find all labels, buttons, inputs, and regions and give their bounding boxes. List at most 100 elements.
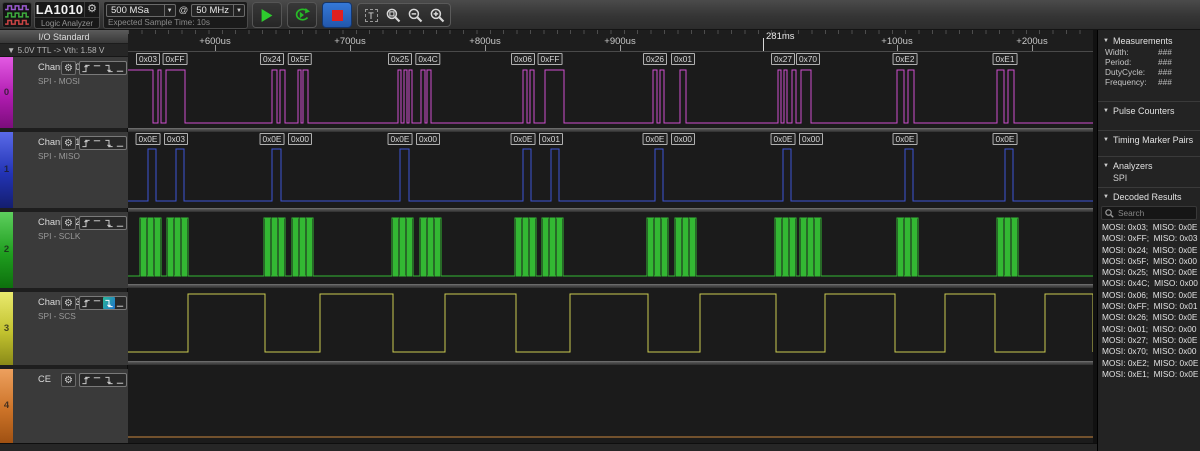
expected-sample-time: Expected Sample Time: 10s (106, 17, 245, 28)
horizontal-scrollbar[interactable] (0, 443, 1097, 451)
zoom-out-button[interactable] (404, 5, 426, 25)
channel-block-0: 0Channel 0SPI - MOSI⚙ (0, 57, 128, 128)
measurement-label: Period: (1105, 57, 1131, 67)
search-icon (1105, 209, 1114, 218)
trigger-rising-edge-icon[interactable] (80, 297, 92, 309)
track-separator[interactable] (128, 361, 1093, 365)
waveform-track-mosi[interactable]: 0x030xFF0x240x5F0x250x4C0x060xFF0x260x01… (128, 52, 1093, 128)
start-capture-button[interactable] (252, 2, 282, 28)
hex-value-label: 0x0E (643, 133, 668, 145)
measurement-row: DutyCycle:### (1098, 67, 1200, 77)
divider (1098, 187, 1200, 188)
stop-capture-button[interactable] (322, 2, 352, 28)
sample-rate-value: 50 MHz (192, 5, 233, 16)
waveform-track-ce[interactable] (128, 369, 1093, 443)
zoom-out-icon (408, 8, 423, 23)
sample-count-select[interactable]: 500 MSa ▼ (106, 4, 176, 17)
collapse-triangle-icon: ▼ (1103, 163, 1109, 169)
section-measurements[interactable]: ▼ Measurements (1098, 35, 1200, 47)
io-standard-value[interactable]: ▼ 5.0V TTL -> Vth: 1.58 V (0, 44, 128, 57)
section-decoded-results[interactable]: ▼ Decoded Results (1098, 191, 1200, 203)
decoded-result-row[interactable]: MOSI: 0xFF; MISO: 0x03 (1098, 233, 1200, 244)
hex-value-label: 0x0E (993, 133, 1018, 145)
section-analyzers[interactable]: ▼ Analyzers (1098, 160, 1200, 172)
hex-value-label: 0x27 (771, 53, 795, 65)
channel-number: 1 (0, 164, 13, 175)
section-label: Measurements (1113, 36, 1173, 46)
decoded-result-row[interactable]: MOSI: 0xE2; MISO: 0x0E (1098, 358, 1200, 369)
trigger-falling-edge-icon[interactable] (103, 374, 115, 386)
loop-icon (293, 7, 311, 23)
waveform-track-sclk[interactable] (128, 208, 1093, 284)
zoom-selection-button[interactable] (382, 5, 404, 25)
play-icon (261, 9, 273, 22)
trigger-falling-edge-icon[interactable] (103, 137, 115, 149)
hex-value-label: 0x4C (415, 53, 440, 65)
decoded-result-row[interactable]: MOSI: 0x70; MISO: 0x00 (1098, 346, 1200, 357)
waveform-area[interactable]: +600us+700us+800us+900us281ms+100us+200u… (128, 30, 1093, 443)
channel-block-3: 3Channel 3SPI - SCS⚙ (0, 292, 128, 365)
zoom-in-icon (430, 8, 445, 23)
hex-value-label: 0x01 (671, 53, 695, 65)
zoom-toolbar: T (357, 3, 451, 27)
sample-rate-select[interactable]: 50 MHz ▼ (191, 4, 245, 17)
trigger-high-edge-icon[interactable] (92, 217, 104, 229)
decoded-result-row[interactable]: MOSI: 0x25; MISO: 0x0E (1098, 267, 1200, 278)
io-standard-header[interactable]: I/O Standard (0, 30, 128, 44)
trigger-rising-edge-icon[interactable] (80, 217, 92, 229)
time-axis-tick (350, 45, 351, 51)
channel-settings-gear-icon[interactable]: ⚙ (61, 216, 76, 230)
search-input[interactable] (1114, 208, 1193, 218)
decoded-result-row[interactable]: MOSI: 0x03; MISO: 0x0E (1098, 222, 1200, 233)
zoom-in-button[interactable] (426, 5, 448, 25)
hex-value-label: 0x26 (643, 53, 667, 65)
decoded-result-row[interactable]: MOSI: 0x5F; MISO: 0x00 (1098, 256, 1200, 267)
trigger-high-edge-icon[interactable] (92, 62, 104, 74)
trigger-low-edge-icon[interactable] (115, 217, 127, 229)
measurement-value: ### (1158, 47, 1172, 57)
trigger-rising-edge-icon[interactable] (80, 374, 92, 386)
decoded-result-row[interactable]: MOSI: 0xE1; MISO: 0x0E (1098, 369, 1200, 380)
section-timing-marker-pairs[interactable]: ▼ Timing Marker Pairs (1098, 134, 1200, 146)
repeat-capture-button[interactable] (287, 2, 317, 28)
decoded-result-row[interactable]: MOSI: 0x24; MISO: 0x0E (1098, 245, 1200, 256)
waveform-track-scs[interactable] (128, 288, 1093, 361)
trigger-falling-edge-icon[interactable] (103, 62, 115, 74)
waveform-track-miso[interactable]: 0x0E0x030x0E0x000x0E0x000x0E0x010x0E0x00… (128, 132, 1093, 208)
trigger-falling-edge-icon[interactable] (103, 217, 115, 229)
decoded-result-row[interactable]: MOSI: 0x06; MISO: 0x0E (1098, 290, 1200, 301)
zoom-selection-icon (386, 8, 401, 23)
channel-settings-gear-icon[interactable]: ⚙ (61, 296, 76, 310)
time-axis-tick (1032, 45, 1033, 51)
analyzer-item[interactable]: SPI (1098, 172, 1200, 184)
trigger-low-edge-icon[interactable] (115, 374, 127, 386)
trigger-rising-edge-icon[interactable] (80, 62, 92, 74)
trigger-rising-edge-icon[interactable] (80, 137, 92, 149)
trigger-high-edge-icon[interactable] (92, 137, 104, 149)
trigger-high-edge-icon[interactable] (92, 297, 104, 309)
trigger-falling-edge-icon[interactable] (103, 297, 115, 309)
decoded-result-row[interactable]: MOSI: 0xFF; MISO: 0x01 (1098, 301, 1200, 312)
decoded-result-row[interactable]: MOSI: 0x01; MISO: 0x00 (1098, 324, 1200, 335)
section-label: Decoded Results (1113, 192, 1182, 202)
channel-settings-gear-icon[interactable]: ⚙ (61, 373, 76, 387)
trigger-low-edge-icon[interactable] (115, 137, 127, 149)
channel-block-1: 1Channel 1SPI - MISO⚙ (0, 132, 128, 208)
time-axis[interactable]: +600us+700us+800us+900us281ms+100us+200u… (128, 30, 1093, 52)
channel-settings-gear-icon[interactable]: ⚙ (61, 61, 76, 75)
hex-value-label: 0x0E (136, 133, 161, 145)
section-label: Analyzers (1113, 161, 1153, 171)
section-pulse-counters[interactable]: ▼ Pulse Counters (1098, 105, 1200, 117)
trigger-high-edge-icon[interactable] (92, 374, 104, 386)
trigger-low-edge-icon[interactable] (115, 297, 127, 309)
text-annotation-button[interactable]: T (360, 5, 382, 25)
hex-value-label: 0xE2 (893, 53, 918, 65)
channel-number: 0 (0, 87, 13, 98)
device-settings-gear-icon[interactable]: ⚙ (84, 2, 99, 18)
channel-settings-gear-icon[interactable]: ⚙ (61, 136, 76, 150)
decoded-result-row[interactable]: MOSI: 0x4C; MISO: 0x00 (1098, 278, 1200, 289)
trigger-low-edge-icon[interactable] (115, 62, 127, 74)
channel-name: CE (38, 374, 51, 384)
decoded-result-row[interactable]: MOSI: 0x27; MISO: 0x0E (1098, 335, 1200, 346)
decoded-result-row[interactable]: MOSI: 0x26; MISO: 0x0E (1098, 312, 1200, 323)
